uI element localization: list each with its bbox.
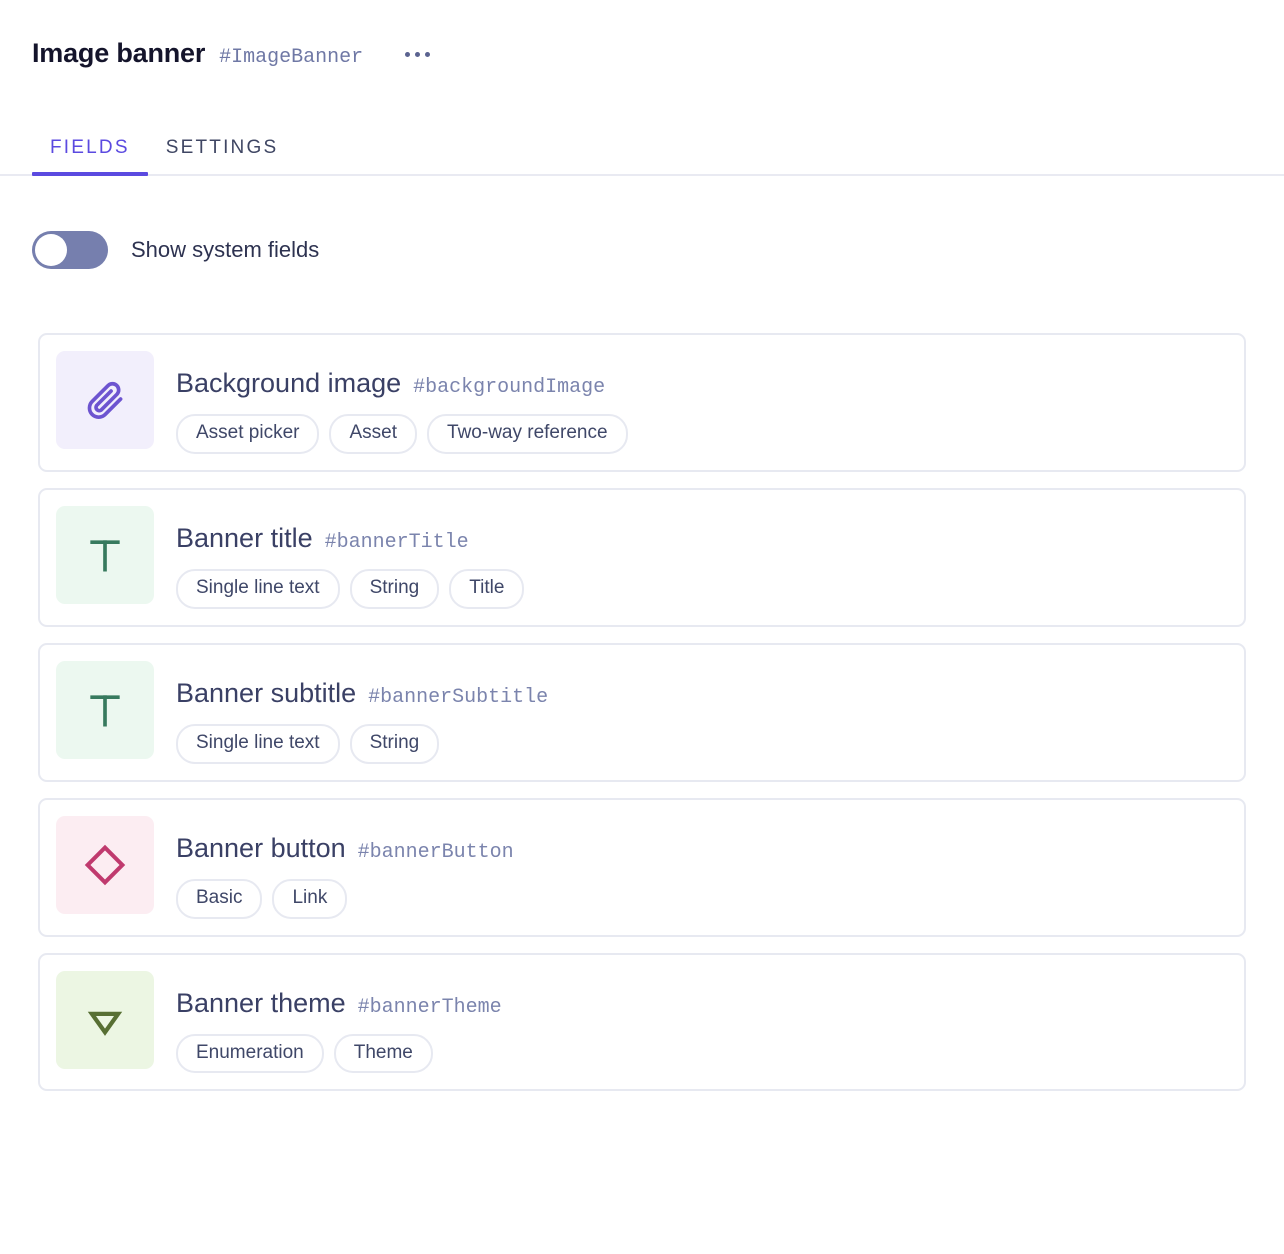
text-t-icon: [56, 505, 154, 604]
triangle-down-icon: [56, 970, 154, 1069]
field-tag-row: Asset picker Asset Two-way reference: [176, 414, 1228, 454]
ellipsis-dot: [405, 52, 411, 57]
paperclip-icon: [56, 351, 154, 449]
field-tag: String: [349, 568, 440, 609]
field-body: Banner button #bannerButton Basic Link: [154, 816, 1228, 919]
field-tag-row: Enumeration Theme: [176, 1033, 1228, 1074]
field-list: Background image #backgroundImage Asset pi…: [0, 333, 1284, 1092]
field-heading: Banner theme #bannerTheme: [176, 987, 1228, 1019]
field-api-id: #bannerSubtitle: [368, 685, 549, 709]
field-heading: Banner title #bannerTitle: [176, 522, 1228, 554]
field-card[interactable]: Banner theme #bannerTheme Enumeration Theme: [38, 952, 1246, 1092]
field-name: Banner theme: [176, 987, 346, 1018]
ellipsis-icon[interactable]: [405, 52, 431, 57]
field-tag: Title: [449, 568, 525, 609]
field-api-id: #backgroundImage: [413, 376, 606, 399]
field-tag: Link: [272, 878, 348, 919]
field-tag: Asset picker: [176, 414, 320, 454]
show-system-fields-toggle[interactable]: [32, 231, 108, 269]
field-tag-row: Single line text String Title: [176, 568, 1228, 609]
page-header: Image banner #ImageBanner: [0, 0, 1284, 104]
field-name: Banner subtitle: [176, 677, 357, 708]
diamond-icon: [56, 815, 154, 914]
field-tag: Single line text: [176, 568, 340, 609]
field-tag: Two-way reference: [427, 414, 628, 454]
title-row: Image banner #ImageBanner: [32, 0, 1252, 104]
field-card[interactable]: Banner subtitle #bannerSubtitle Single lin…: [38, 642, 1246, 782]
field-tag: Single line text: [176, 723, 340, 764]
ellipsis-dot: [415, 52, 421, 57]
toggle-knob: [35, 234, 67, 266]
field-api-id: #bannerButton: [357, 840, 514, 864]
page-title: Image banner: [32, 38, 206, 68]
tabs-bar: FIELDS SETTINGS: [0, 104, 1284, 176]
field-name: Background image: [176, 368, 402, 398]
field-card[interactable]: Banner title #bannerTitle Single line text…: [38, 487, 1246, 627]
field-heading: Background image #backgroundImage: [176, 368, 1228, 399]
tab-settings[interactable]: SETTINGS: [148, 104, 297, 174]
field-card[interactable]: Banner button #bannerButton Basic Link: [38, 797, 1246, 937]
field-body: Banner subtitle #bannerSubtitle Single lin…: [154, 661, 1228, 764]
field-name: Banner button: [176, 832, 346, 863]
field-tag: Basic: [176, 878, 263, 919]
field-tag: Asset: [329, 414, 418, 454]
tabs: FIELDS SETTINGS: [0, 104, 1284, 176]
text-t-icon: [56, 660, 154, 759]
field-name: Banner title: [176, 522, 313, 553]
field-tag: Enumeration: [176, 1033, 324, 1074]
ellipsis-dot: [425, 52, 431, 57]
page-api-id: #ImageBanner: [219, 46, 364, 69]
field-body: Background image #backgroundImage Asset pi…: [154, 351, 1228, 454]
field-body: Banner title #bannerTitle Single line text…: [154, 506, 1228, 609]
show-system-fields-label: Show system fields: [131, 237, 320, 262]
field-body: Banner theme #bannerTheme Enumeration Theme: [154, 971, 1228, 1074]
field-heading: Banner button #bannerButton: [176, 832, 1228, 864]
field-heading: Banner subtitle #bannerSubtitle: [176, 677, 1228, 709]
field-tag: String: [349, 723, 440, 764]
field-tag-row: Single line text String: [176, 723, 1228, 764]
tab-fields[interactable]: FIELDS: [32, 104, 148, 176]
field-api-id: #bannerTitle: [324, 530, 469, 554]
field-api-id: #bannerTheme: [357, 995, 502, 1019]
field-tag: Theme: [333, 1033, 433, 1074]
field-card[interactable]: Background image #backgroundImage Asset pi…: [38, 333, 1246, 472]
field-tag-row: Basic Link: [176, 878, 1228, 919]
show-system-fields-row: Show system fields: [0, 230, 1284, 270]
